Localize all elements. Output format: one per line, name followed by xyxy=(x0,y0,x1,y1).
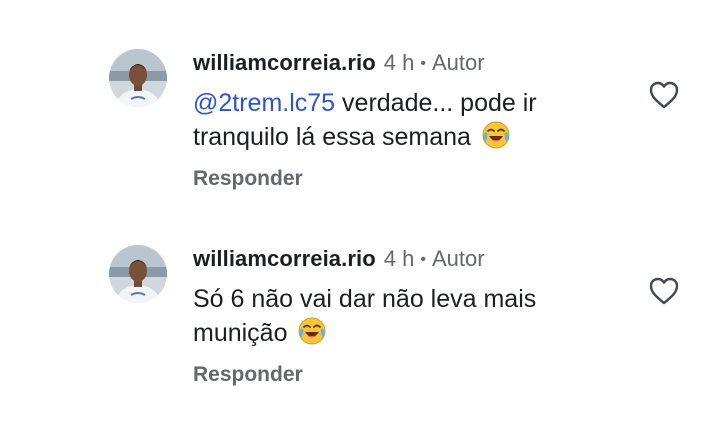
comment-text-line-2: tranquilo lá essa semana xyxy=(193,123,471,151)
comment-text: Só 6 não vai dar não leva mais munição xyxy=(193,282,613,350)
avatar[interactable] xyxy=(109,245,167,303)
username-link[interactable]: williamcorreia.rio xyxy=(193,246,376,271)
laughing-tears-emoji-icon xyxy=(482,121,510,149)
comment-thread: williamcorreia.rio 4 h • Autor @2trem.lc75 … xyxy=(0,0,720,429)
avatar[interactable] xyxy=(109,49,167,107)
reply-button[interactable]: Responder xyxy=(193,361,303,389)
laughing-tears-emoji-icon xyxy=(298,317,326,345)
timestamp: 4 h xyxy=(383,50,415,75)
comment-meta: williamcorreia.rio 4 h • Autor xyxy=(193,243,485,275)
author-badge: Autor xyxy=(431,246,485,271)
separator-dot: • xyxy=(420,251,426,268)
timestamp: 4 h xyxy=(383,246,415,271)
heart-outline-icon[interactable] xyxy=(648,80,680,110)
username-link[interactable]: williamcorreia.rio xyxy=(193,50,376,75)
heart-outline-icon[interactable] xyxy=(648,276,680,306)
comment-text-line-1: Só 6 não vai dar não leva mais xyxy=(193,285,537,313)
comment-text-line-2: munição xyxy=(193,319,288,347)
mention-link[interactable]: @2trem.lc75 xyxy=(193,89,335,117)
reply-button[interactable]: Responder xyxy=(193,165,303,193)
comment-text: @2trem.lc75 verdade... pode ir tranquilo… xyxy=(193,86,613,154)
comment-meta: williamcorreia.rio 4 h • Autor xyxy=(193,47,485,79)
author-badge: Autor xyxy=(431,50,485,75)
separator-dot: • xyxy=(420,55,426,72)
comment-text-line-1: verdade... pode ir xyxy=(335,89,537,117)
